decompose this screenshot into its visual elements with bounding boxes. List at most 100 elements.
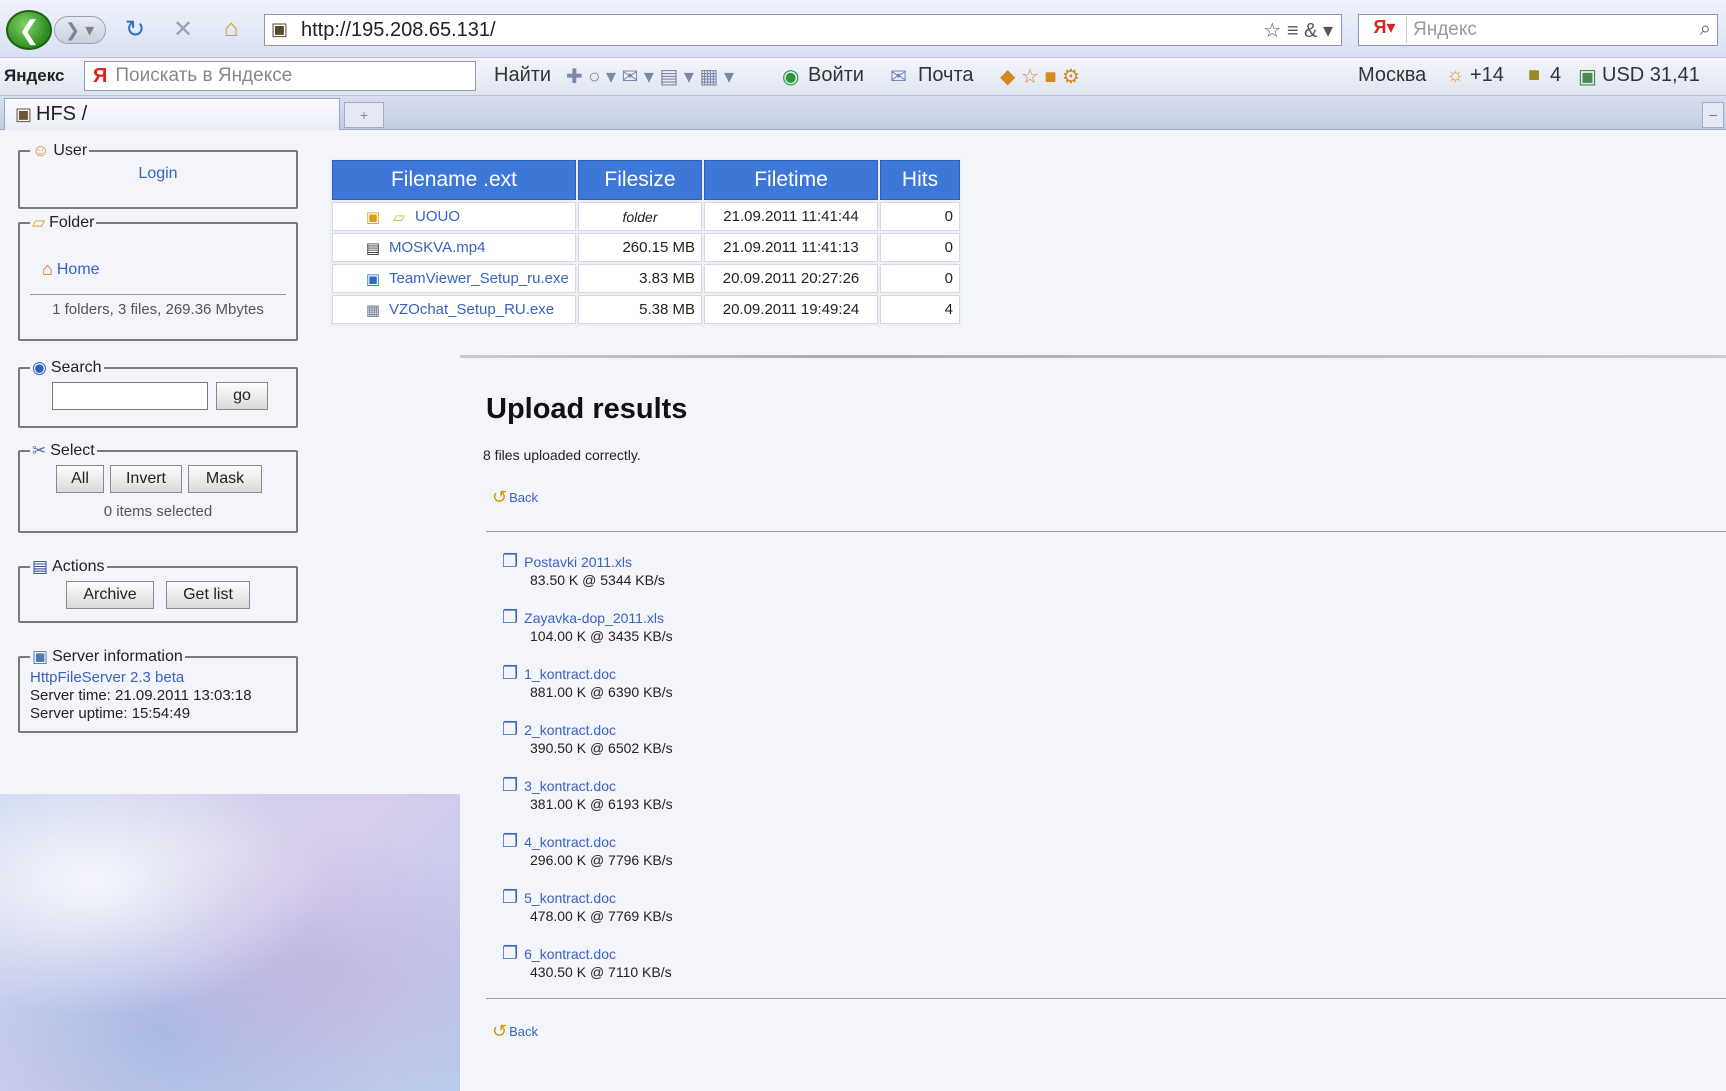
select-panel-title: ✂ Select — [32, 441, 95, 460]
yandex-search-input[interactable]: Я Поискать в Яндексе — [84, 61, 476, 91]
tab-list-button[interactable]: – — [1702, 102, 1724, 128]
file-link[interactable]: TeamViewer_Setup_ru.exe — [389, 270, 569, 287]
list-item: ❐ 5_kontract.doc 478.00 K @ 7769 KB/s — [502, 887, 722, 924]
user-panel: ☺ User Login — [18, 141, 298, 209]
file-icon: ❐ — [502, 831, 519, 851]
yandex-search-placeholder[interactable]: Поискать в Яндексе — [115, 65, 292, 87]
traffic-value[interactable]: 4 — [1550, 64, 1561, 87]
mail-icon: ✉ — [890, 66, 907, 88]
search-go-button[interactable]: go — [216, 382, 268, 410]
file-icon: ❐ — [502, 719, 519, 739]
yandex-engine-icon[interactable]: Я▾ — [1363, 17, 1407, 43]
divider — [486, 998, 1726, 999]
search-icon[interactable]: ⌕ — [1700, 18, 1711, 41]
back-arrow-icon[interactable]: ❮ — [6, 10, 52, 50]
upload-stat: 881.00 K @ 6390 KB/s — [530, 684, 673, 700]
yandex-mail-button[interactable]: Почта — [918, 64, 974, 87]
upload-stat: 390.50 K @ 6502 KB/s — [530, 740, 673, 756]
tab-hfs[interactable]: ▣ HFS / — [4, 98, 340, 130]
yandex-find-button[interactable]: Найти — [494, 64, 551, 87]
home-icon[interactable]: ⌂ — [216, 14, 246, 44]
teamviewer-icon: ▣ — [365, 270, 381, 288]
upload-stat: 296.00 K @ 7796 KB/s — [530, 852, 673, 868]
file-hits: 4 — [880, 295, 960, 324]
file-hits: 0 — [880, 202, 960, 231]
stop-icon[interactable]: ✕ — [168, 14, 198, 44]
address-bar[interactable]: ▣ http://195.208.65.131/ ☆ ≡ & ▾ — [264, 14, 1342, 46]
header-filesize[interactable]: Filesize — [578, 160, 702, 200]
file-link[interactable]: MOSKVA.mp4 — [389, 239, 485, 256]
forward-arrow-icon[interactable]: ❯ ▾ — [54, 16, 106, 44]
uploaded-file-link[interactable]: Postavki 2011.xls — [524, 554, 632, 570]
uploaded-file-link[interactable]: 5_kontract.doc — [524, 890, 616, 906]
search-input[interactable] — [52, 382, 208, 410]
toolbar-tools-icon[interactable]: ✚ ○ ▾ ✉ ▾ ▤ ▾ ▦ ▾ — [566, 64, 734, 89]
browser-search-box[interactable]: Я▾ Яндекс ⌕ — [1358, 14, 1718, 46]
login-link[interactable]: Login — [138, 165, 177, 182]
uploaded-file-link[interactable]: 6_kontract.doc — [524, 946, 616, 962]
address-url[interactable]: http://195.208.65.131/ — [301, 19, 496, 42]
back-link-label[interactable]: Back — [509, 490, 538, 505]
yandex-logo[interactable]: Яндекс — [4, 66, 64, 86]
yandex-letter-icon: Я — [93, 64, 108, 87]
list-item: ❐ Zayavka-dop_2011.xls 104.00 K @ 3435 KB… — [502, 607, 722, 644]
file-size: folder — [578, 202, 702, 231]
list-item: ❐ Postavki 2011.xls 83.50 K @ 5344 KB/s — [502, 551, 722, 588]
traffic-icon: ■ — [1528, 64, 1541, 86]
items-selected-count: 0 items selected — [103, 503, 213, 520]
back-link-bottom[interactable]: ↺ Back — [492, 1021, 538, 1042]
back-link-top[interactable]: ↺ Back — [492, 487, 538, 508]
divider — [486, 531, 1726, 532]
folder-summary: 1 folders, 3 files, 269.36 Mbytes — [52, 301, 264, 318]
tab-title[interactable]: HFS / — [36, 103, 87, 126]
header-filetime[interactable]: Filetime — [704, 160, 878, 200]
folder-panel-title: ▱ Folder — [32, 213, 95, 232]
upload-stat: 104.00 K @ 3435 KB/s — [530, 628, 673, 644]
browser-search-placeholder[interactable]: Яндекс — [1413, 19, 1477, 41]
table-row: ▣ ▱ UOUO folder 21.09.2011 11:41:44 0 — [332, 202, 960, 231]
uploaded-file-link[interactable]: Zayavka-dop_2011.xls — [524, 610, 664, 626]
file-link[interactable]: VZOchat_Setup_RU.exe — [389, 301, 554, 318]
header-filename[interactable]: Filename .ext — [332, 160, 576, 200]
back-icon: ↺ — [492, 1021, 508, 1041]
list-item: ❐ 4_kontract.doc 296.00 K @ 7796 KB/s — [502, 831, 722, 868]
currency-value[interactable]: USD 31,41 — [1602, 64, 1700, 87]
select-mask-button[interactable]: Mask — [188, 465, 262, 493]
table-row: ▦ VZOchat_Setup_RU.exe 5.38 MB 20.09.201… — [332, 295, 960, 324]
uploaded-file-link[interactable]: 3_kontract.doc — [524, 778, 616, 794]
folder-panel: ▱ Folder ⌂ Home 1 folders, 3 files, 269.… — [18, 213, 298, 341]
table-row: ▣ TeamViewer_Setup_ru.exe 3.83 MB 20.09.… — [332, 264, 960, 293]
uploaded-file-link[interactable]: 1_kontract.doc — [524, 666, 616, 682]
archive-button[interactable]: Archive — [66, 581, 154, 609]
file-link[interactable]: UOUO — [415, 208, 460, 225]
new-tab-button[interactable]: + — [344, 102, 384, 128]
back-link-label[interactable]: Back — [509, 1024, 538, 1039]
uploaded-file-link[interactable]: 2_kontract.doc — [524, 722, 616, 738]
get-list-button[interactable]: Get list — [166, 581, 250, 609]
upload-stat: 381.00 K @ 6193 KB/s — [530, 796, 673, 812]
list-item: ❐ 3_kontract.doc 381.00 K @ 6193 KB/s — [502, 775, 722, 812]
upload-stat: 83.50 K @ 5344 KB/s — [530, 572, 665, 588]
header-hits[interactable]: Hits — [880, 160, 960, 200]
select-invert-button[interactable]: Invert — [110, 465, 182, 493]
select-all-button[interactable]: All — [56, 465, 104, 493]
file-icon: ❐ — [502, 663, 519, 683]
files-table: Filename .ext Filesize Filetime Hits ▣ ▱… — [330, 158, 962, 326]
toolbar-extras-icon[interactable]: ◆ ☆ ■ ⚙ — [1000, 64, 1080, 89]
city-label[interactable]: Москва — [1358, 64, 1426, 87]
select-panel: ✂ Select All Invert Mask 0 items selecte… — [18, 441, 298, 533]
browser-nav-bar: ❮ ❯ ▾ ↻ ✕ ⌂ ▣ http://195.208.65.131/ ☆ ≡… — [0, 0, 1726, 58]
refresh-icon[interactable]: ↻ — [120, 14, 150, 44]
yandex-login-button[interactable]: Войти — [808, 64, 864, 87]
uploaded-file-link[interactable]: 4_kontract.doc — [524, 834, 616, 850]
file-icon: ❐ — [502, 607, 519, 627]
weather-value[interactable]: +14 — [1470, 64, 1504, 87]
home-link[interactable]: Home — [57, 261, 100, 279]
file-time: 20.09.2011 20:27:26 — [704, 264, 878, 293]
desktop-wallpaper — [0, 794, 460, 1091]
user-panel-title: ☺ User — [32, 141, 88, 160]
server-version-link[interactable]: HttpFileServer 2.3 beta — [30, 669, 184, 686]
bookmark-star-icon[interactable]: ☆ ≡ & ▾ — [1263, 18, 1333, 43]
upload-results-title: Upload results — [486, 393, 688, 425]
server-uptime: Server uptime: 15:54:49 — [30, 705, 191, 722]
